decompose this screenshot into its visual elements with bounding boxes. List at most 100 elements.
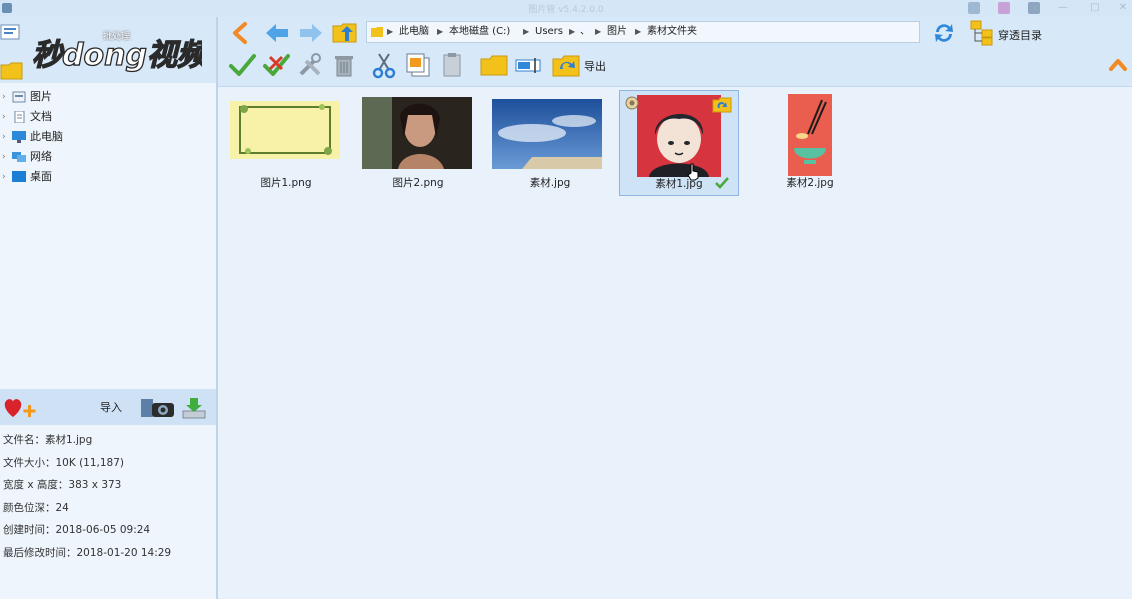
logo-text: 秒dong视频: [32, 38, 202, 73]
rename-icon[interactable]: [514, 51, 542, 79]
file-name: 素材2.jpg: [786, 177, 834, 189]
tree-item-label: 桌面: [30, 170, 52, 183]
main-area: ▶ 此电脑 ▶ 本地磁盘 (C:) ▶ Users ▶ 、 ▶ 图片 ▶ 素材文…: [218, 17, 1132, 599]
breadcrumb-users[interactable]: Users: [535, 22, 563, 42]
file-item-material[interactable]: 素材.jpg: [484, 89, 602, 193]
breadcrumb-user[interactable]: 、: [580, 22, 590, 42]
folder-small-icon: [371, 27, 383, 37]
directory-tree-icon: [970, 20, 993, 46]
tree-item-desktop[interactable]: › 桌面: [0, 167, 216, 187]
select-all-check-icon[interactable]: [228, 51, 256, 79]
expand-arrow-icon[interactable]: ›: [2, 87, 6, 107]
expand-arrow-icon[interactable]: ›: [2, 147, 6, 167]
tree-item-documents[interactable]: › 文档: [0, 107, 216, 127]
toolbar-area: ▶ 此电脑 ▶ 本地磁盘 (C:) ▶ Users ▶ 、 ▶ 图片 ▶ 素材文…: [218, 17, 1132, 87]
file-name: 素材.jpg: [529, 177, 571, 189]
refresh-icon[interactable]: [932, 21, 956, 45]
prop-dimensions: 宽度 x 高度：383 x 373: [3, 479, 122, 492]
favorite-add-icon[interactable]: [2, 395, 38, 421]
back-arrow-icon[interactable]: [228, 21, 254, 45]
logo-strip: 秒dong视频 批处理: [0, 17, 216, 83]
through-directory-label: 穿透目录: [998, 29, 1042, 42]
rotate-folder-icon[interactable]: [712, 97, 732, 113]
tree-item-network[interactable]: › 网络: [0, 147, 216, 167]
breadcrumb-pictures[interactable]: 图片: [607, 22, 627, 42]
thumbnail-avatar-cartoon: [637, 95, 721, 177]
expand-arrow-icon[interactable]: ›: [2, 107, 6, 127]
crumb-separator-icon[interactable]: ▶: [569, 22, 575, 42]
thumbnail-portrait-photo: [362, 97, 472, 169]
file-name: 图片1.png: [260, 177, 312, 189]
thumbnail-frame-png: [230, 101, 340, 159]
breadcrumb-drive-c[interactable]: 本地磁盘 (C:): [449, 22, 510, 42]
minimize-button[interactable]: —: [1056, 1, 1070, 15]
prop-filesize: 文件大小：10K (11,187): [3, 456, 125, 469]
prop-created: 创建时间：2018-06-05 09:24: [3, 524, 151, 537]
settings-gear-icon[interactable]: [624, 95, 640, 111]
prop-color-depth: 颜色位深：24: [3, 501, 69, 514]
file-item-material2[interactable]: 素材2.jpg: [744, 89, 862, 193]
window-title: 图片管 v5.4.2.0.0: [528, 5, 604, 15]
prop-modified: 最后修改时间：2018-01-20 14:29: [3, 546, 172, 559]
close-button[interactable]: ✕: [1116, 1, 1130, 15]
file-name: 图片2.png: [392, 177, 444, 189]
skin-icon[interactable]: [968, 2, 980, 14]
batch-process-icon[interactable]: [0, 23, 24, 45]
new-folder-icon[interactable]: [480, 51, 508, 79]
download-icon[interactable]: [180, 395, 208, 421]
folder-tree: › 图片 › 文档 › 此电脑 › 网络 › 桌面: [0, 87, 216, 187]
crumb-separator-icon[interactable]: ▶: [595, 22, 601, 42]
crumb-separator-icon[interactable]: ▶: [635, 22, 641, 42]
tree-item-label: 此电脑: [30, 130, 63, 143]
file-grid: 图片1.png 图片2.png 素材.jpg 素材1.jpg 素材2.jpg: [218, 89, 1132, 229]
prev-arrow-icon[interactable]: [264, 21, 290, 45]
folder-icon[interactable]: [0, 59, 24, 81]
crumb-separator-icon[interactable]: ▶: [387, 22, 393, 42]
logo-subtitle: 批处理: [103, 32, 131, 42]
palette-icon[interactable]: [998, 2, 1010, 14]
through-directory-button[interactable]: 穿透目录: [970, 20, 1060, 48]
file-item-pic1[interactable]: 图片1.png: [220, 89, 340, 193]
desktop-icon: [12, 171, 26, 182]
collapse-chevron-icon[interactable]: [1108, 55, 1128, 75]
file-item-pic2[interactable]: 图片2.png: [352, 89, 472, 193]
deselect-check-icon[interactable]: [262, 51, 290, 79]
export-label[interactable]: 导出: [584, 58, 606, 74]
tree-item-label: 网络: [30, 150, 52, 163]
tree-item-label: 图片: [30, 90, 52, 103]
copy-image-icon[interactable]: [404, 51, 432, 79]
breadcrumb-this-pc[interactable]: 此电脑: [399, 22, 429, 42]
file-item-material1[interactable]: 素材1.jpg: [619, 90, 739, 196]
thumbnail-sky-photo: [492, 99, 602, 169]
export-icon[interactable]: [552, 51, 580, 79]
import-label[interactable]: 导入: [100, 399, 122, 415]
parent-folder-icon[interactable]: [332, 21, 358, 45]
selected-check-icon: [715, 177, 729, 189]
cut-scissors-icon[interactable]: [370, 51, 398, 79]
network-icon: [12, 152, 26, 162]
next-arrow-icon[interactable]: [298, 21, 324, 45]
tree-item-label: 文档: [30, 110, 52, 123]
maximize-button[interactable]: □: [1088, 1, 1102, 15]
crumb-separator-icon[interactable]: ▶: [523, 22, 529, 42]
computer-icon: [12, 131, 26, 143]
prop-filename: 文件名：素材1.jpg: [3, 434, 93, 446]
title-bar: 图片管 v5.4.2.0.0 — □ ✕: [0, 0, 1132, 18]
tools-icon[interactable]: [296, 51, 324, 79]
delete-trash-icon[interactable]: [330, 51, 358, 79]
layout-icon[interactable]: [1028, 2, 1040, 14]
paste-icon[interactable]: [438, 51, 466, 79]
camera-import-icon[interactable]: [140, 395, 176, 421]
hand-cursor-icon: [687, 163, 699, 181]
crumb-separator-icon[interactable]: ▶: [437, 22, 443, 42]
breadcrumb-material-folder[interactable]: 素材文件夹: [647, 22, 697, 42]
tree-item-pictures[interactable]: › 图片: [0, 87, 216, 107]
import-bar: 导入: [0, 389, 216, 425]
tree-item-this-pc[interactable]: › 此电脑: [0, 127, 216, 147]
thumbnail-bowl-illustration: [788, 94, 832, 176]
file-properties: 文件名：素材1.jpg 文件大小：10K (11,187) 宽度 x 高度：38…: [3, 429, 213, 565]
expand-arrow-icon[interactable]: ›: [2, 167, 6, 187]
expand-arrow-icon[interactable]: ›: [2, 127, 6, 147]
address-bar[interactable]: ▶ 此电脑 ▶ 本地磁盘 (C:) ▶ Users ▶ 、 ▶ 图片 ▶ 素材文…: [366, 21, 920, 43]
document-icon: [14, 111, 25, 123]
